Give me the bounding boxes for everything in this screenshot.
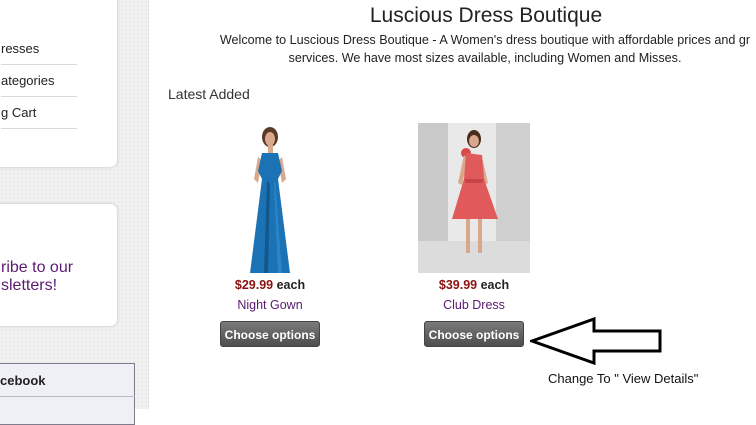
subscribe-line-2: sletters! xyxy=(1,277,58,294)
price-unit: each xyxy=(276,278,306,292)
product-card: $29.99 each Night Gown Choose options xyxy=(190,123,350,347)
price-line: $29.99 each xyxy=(190,278,350,292)
product-image-club-dress[interactable] xyxy=(418,123,530,273)
price-unit: each xyxy=(480,278,510,292)
product-card: $39.99 each Club Dress Choose options xyxy=(394,123,554,347)
price-line: $39.99 each xyxy=(394,278,554,292)
product-name-link[interactable]: Club Dress xyxy=(394,298,554,312)
left-sidebar: resses ategories g Cart ribe to our slet… xyxy=(0,0,149,425)
product-price: $29.99 xyxy=(234,278,274,292)
newsletter-box: ribe to our sletters! xyxy=(0,203,118,327)
nav-item-dresses[interactable]: resses xyxy=(1,33,77,65)
nav-item-categories[interactable]: ategories xyxy=(1,65,77,97)
nav-item-shopping-cart[interactable]: g Cart xyxy=(1,97,77,129)
latest-added-heading: Latest Added xyxy=(168,86,250,102)
product-image-night-gown[interactable] xyxy=(211,123,329,273)
facebook-box: cebook xyxy=(0,363,135,425)
choose-options-button[interactable]: Choose options xyxy=(424,321,524,347)
product-name-link[interactable]: Night Gown xyxy=(190,298,350,312)
product-price: $39.99 xyxy=(438,278,478,292)
annotation-note: Change To " View Details" xyxy=(548,371,699,386)
subscribe-line-1: ribe to our xyxy=(1,259,74,276)
welcome-line-2: services. We have most sizes available, … xyxy=(288,51,682,65)
facebook-title: cebook xyxy=(0,364,135,397)
page-title: Luscious Dress Boutique xyxy=(369,4,603,27)
category-nav-box: resses ategories g Cart xyxy=(0,0,118,168)
annotation-arrow-icon xyxy=(530,316,662,366)
choose-options-button[interactable]: Choose options xyxy=(220,321,320,347)
welcome-text: Welcome to Luscious Dress Boutique - A W… xyxy=(160,31,756,67)
newsletter-subscribe-link[interactable]: ribe to our sletters! xyxy=(1,259,117,295)
welcome-line-1: Welcome to Luscious Dress Boutique - A W… xyxy=(219,33,751,47)
